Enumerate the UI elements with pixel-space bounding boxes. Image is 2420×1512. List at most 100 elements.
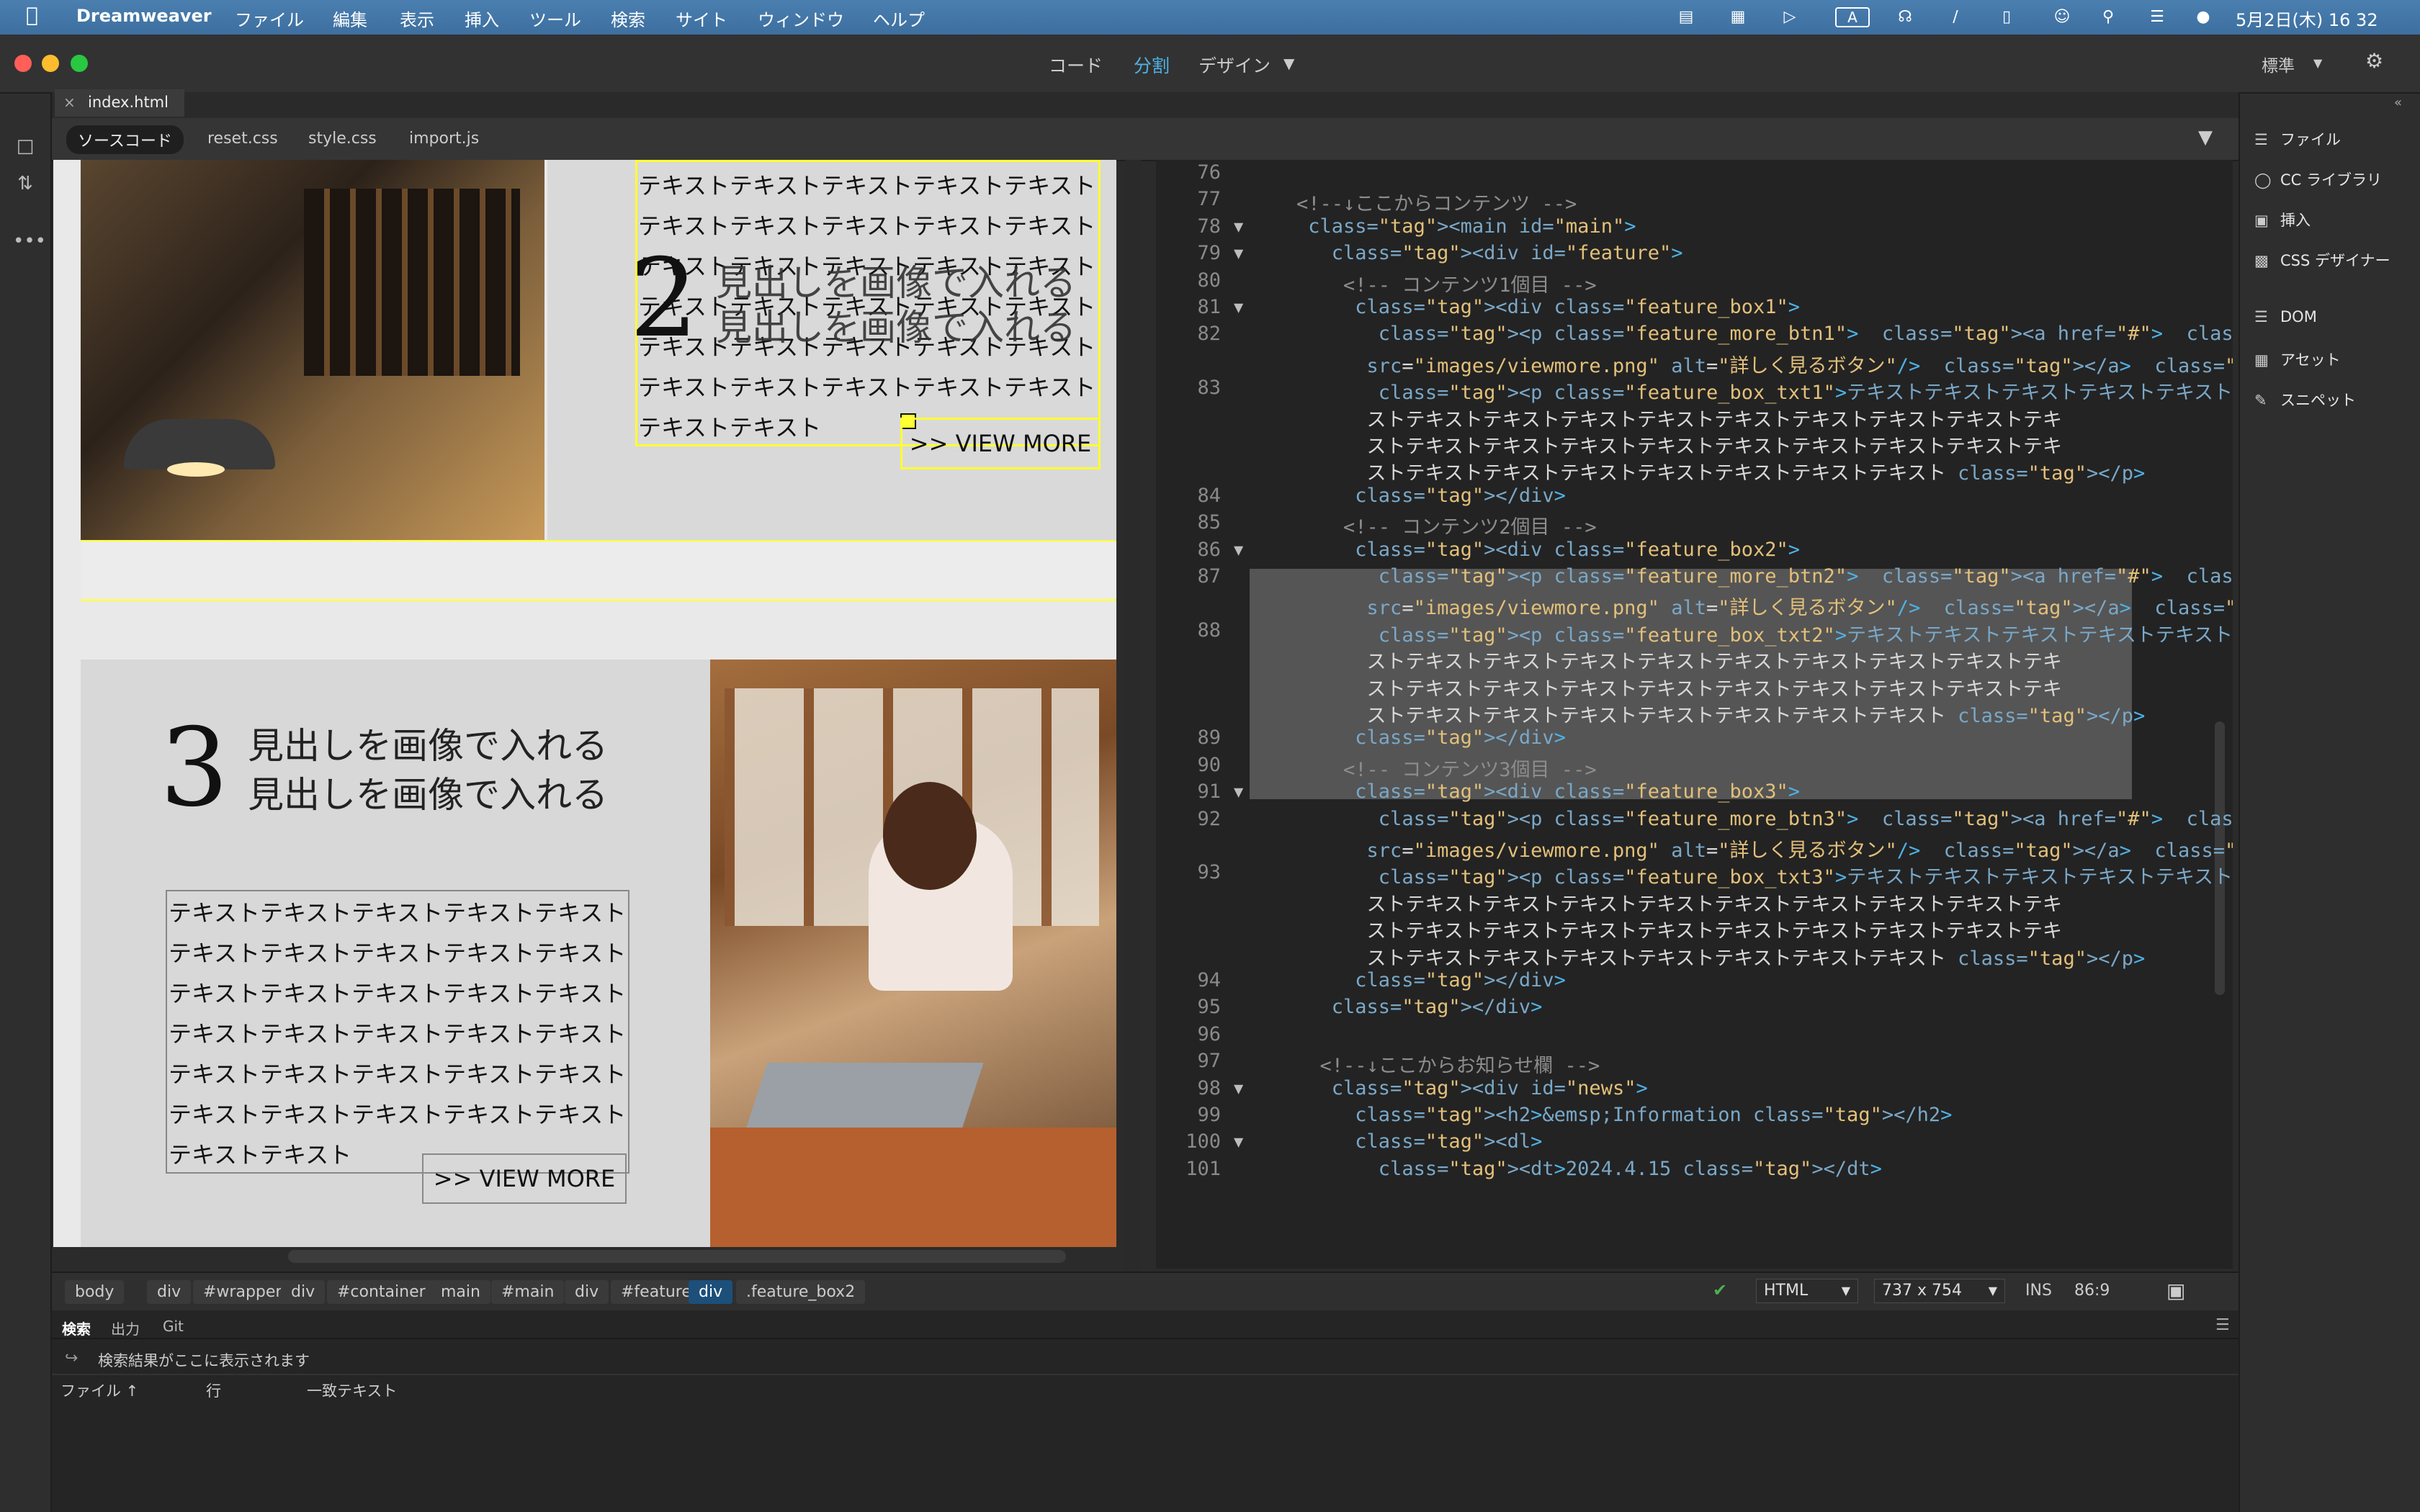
breadcrumb-feature-box2[interactable]: .feature_box2 (736, 1280, 866, 1304)
collapse-panel-icon[interactable]: « (2394, 95, 2402, 110)
code-line[interactable]: <!--↓ここからお知らせ欄 --> (1296, 1050, 1600, 1078)
search-icon[interactable]: ⚲ (2097, 7, 2119, 27)
column-matched-text[interactable]: 一致テキスト (307, 1380, 397, 1401)
code-line[interactable]: ストテキストテキストテキストテキストテキストテキストテキストテキストテキ (1296, 404, 2063, 432)
code-line[interactable]: ストテキストテキストテキストテキストテキストテキストテキストテキストテキ (1296, 888, 2063, 917)
line-number[interactable]: 100 (1156, 1130, 1221, 1153)
code-line[interactable]: class="tag"></div> (1296, 996, 1543, 1018)
fold-arrow-icon[interactable]: ▼ (1234, 1080, 1243, 1098)
code-line[interactable]: class="tag"><div id="feature"> (1296, 242, 1683, 264)
menu-file[interactable]: ファイル (235, 6, 304, 31)
menu-view[interactable]: 表示 (400, 6, 434, 31)
workspace-switcher[interactable]: 標準 (2262, 52, 2295, 76)
code-line[interactable]: ストテキストテキストテキストテキストテキストテキストテキストテキストテキ (1296, 646, 2063, 674)
code-line[interactable]: class="tag"><p class="feature_more_btn1"… (1296, 323, 2233, 345)
breadcrumb-wrapper[interactable]: #wrapper (193, 1280, 292, 1304)
line-number[interactable]: 81 (1156, 296, 1221, 318)
line-number[interactable]: 97 (1156, 1050, 1221, 1072)
panel-css-designer[interactable]: ▩ CSS デザイナー (2254, 249, 2390, 271)
tab-output[interactable]: 出力 (111, 1318, 140, 1338)
battery-icon[interactable]: ▯ (1991, 7, 2022, 27)
line-number[interactable]: 80 (1156, 269, 1221, 292)
related-file-reset-css[interactable]: reset.css (207, 130, 278, 148)
line-number[interactable]: 98 (1156, 1077, 1221, 1099)
related-file-style-css[interactable]: style.css (308, 130, 377, 148)
code-view-button[interactable]: コード (1049, 52, 1103, 78)
document-tab-index[interactable]: × index.html (55, 89, 184, 117)
menu-edit[interactable]: 編集 (333, 6, 367, 31)
code-line[interactable]: <!-- コンテンツ1個目 --> (1296, 269, 1597, 297)
settings-gear-icon[interactable]: ⚙ (2365, 49, 2383, 73)
code-line[interactable]: class="tag"><dl> (1296, 1130, 1542, 1153)
layout-icon[interactable]: ▦ (1727, 7, 1749, 27)
fold-arrow-icon[interactable]: ▼ (1234, 1133, 1243, 1151)
code-line[interactable]: class="tag"><p class="feature_box_txt3">… (1296, 861, 2233, 889)
line-number[interactable]: 92 (1156, 808, 1221, 830)
related-file-source[interactable]: ソースコード (66, 125, 184, 154)
line-number[interactable]: 101 (1156, 1158, 1221, 1180)
control-center-icon[interactable]: ☰ (2146, 7, 2168, 27)
line-number[interactable]: 89 (1156, 726, 1221, 749)
breadcrumb-div-selected[interactable]: div (689, 1280, 733, 1304)
code-line[interactable]: class="tag"><div class="feature_box2"> (1296, 539, 1800, 561)
apple-icon[interactable]:  (26, 3, 38, 27)
fold-arrow-icon[interactable]: ▼ (1234, 218, 1243, 236)
split-view-button[interactable]: 分割 (1134, 52, 1170, 78)
code-line[interactable]: ストテキストテキストテキストテキストテキストテキストテキストテキストテキ (1296, 431, 2063, 459)
line-number[interactable]: 87 (1156, 565, 1221, 588)
user-icon[interactable]: ☺ (2051, 7, 2073, 27)
menu-window[interactable]: ウィンドウ (758, 6, 844, 31)
code-line[interactable]: src="images/viewmore.png" alt="詳しく見るボタン"… (1296, 592, 2233, 620)
line-number[interactable]: 90 (1156, 754, 1221, 776)
breadcrumb-feature[interactable]: #feature (611, 1280, 702, 1304)
breadcrumb-div[interactable]: div (281, 1280, 326, 1304)
close-tab-icon[interactable]: × (63, 94, 76, 111)
breadcrumb-body[interactable]: body (65, 1280, 125, 1304)
transfer-icon[interactable]: ⇅ (13, 173, 37, 194)
siri-icon[interactable]: ● (2192, 7, 2214, 27)
panel-assets[interactable]: ▦ アセット (2254, 348, 2341, 370)
code-line[interactable]: class="tag"><div class="feature_box3"> (1296, 780, 1800, 803)
panel-menu-icon[interactable]: ☰ (2215, 1316, 2230, 1334)
file-icon[interactable]: □ (13, 135, 37, 157)
tab-git[interactable]: Git (163, 1318, 184, 1335)
code-line[interactable]: src="images/viewmore.png" alt="詳しく見るボタン"… (1296, 834, 2233, 863)
design-horizontal-scrollbar[interactable] (288, 1250, 1066, 1263)
line-number[interactable]: 76 (1156, 161, 1221, 184)
filter-icon[interactable]: ▼ (2198, 127, 2213, 148)
play-icon[interactable]: ▷ (1779, 7, 1801, 27)
related-file-import-js[interactable]: import.js (409, 130, 479, 148)
code-line[interactable]: class="tag"></div> (1296, 969, 1566, 991)
line-number[interactable]: 78 (1156, 215, 1221, 238)
breadcrumb-container[interactable]: #container (327, 1280, 436, 1304)
fold-arrow-icon[interactable]: ▼ (1234, 299, 1243, 317)
menu-site[interactable]: サイト (676, 6, 727, 31)
code-line[interactable]: class="tag"><div id="news"> (1296, 1077, 1648, 1099)
tab-search[interactable]: 検索 (62, 1318, 91, 1338)
code-line[interactable]: class="tag"><p class="feature_box_txt1">… (1296, 377, 2233, 405)
code-line[interactable]: <!--↓ここからコンテンツ --> (1296, 188, 1577, 216)
code-line[interactable]: ストテキストテキストテキストテキストテキストテキストテキスト class="ta… (1296, 700, 2146, 728)
line-number[interactable]: 84 (1156, 485, 1221, 507)
close-window-button[interactable] (14, 55, 32, 72)
code-line[interactable]: <!-- コンテンツ2個目 --> (1296, 511, 1597, 539)
code-line[interactable]: class="tag"><div class="feature_box1"> (1296, 296, 1800, 318)
fold-arrow-icon[interactable]: ▼ (1234, 245, 1243, 263)
code-view[interactable]: 76 77 <!--↓ここからコンテンツ --> 78 ▼ class="tag"><m… (1156, 160, 2233, 1269)
more-options-icon[interactable]: ••• (13, 230, 46, 252)
line-number[interactable]: 85 (1156, 511, 1221, 534)
document-type-select[interactable]: HTML ▼ (1756, 1279, 1858, 1303)
workspace-dropdown-icon[interactable]: ▼ (2313, 56, 2322, 70)
feature-box2-view-more-button[interactable]: >> VIEW MORE (900, 418, 1101, 469)
feature-box3-view-more-button[interactable]: >> VIEW MORE (422, 1153, 627, 1204)
design-view[interactable]: テキストテキストテキストテキストテキスト テキストテキストテキストテキストテキス… (53, 160, 1116, 1247)
line-number[interactable]: 79 (1156, 242, 1221, 264)
breadcrumb-main-id[interactable]: #main (491, 1280, 565, 1304)
line-number[interactable]: 77 (1156, 188, 1221, 210)
preview-icon[interactable]: ▣ (2166, 1279, 2185, 1302)
design-view-button[interactable]: デザイン (1198, 52, 1270, 78)
code-line[interactable]: class="tag"><main id="main"> (1296, 215, 1636, 238)
panel-files[interactable]: ☰ ファイル (2254, 128, 2341, 150)
code-line[interactable]: ストテキストテキストテキストテキストテキストテキストテキストテキストテキ (1296, 673, 2063, 701)
window-size-select[interactable]: 737 x 754 ▼ (1874, 1279, 2005, 1303)
